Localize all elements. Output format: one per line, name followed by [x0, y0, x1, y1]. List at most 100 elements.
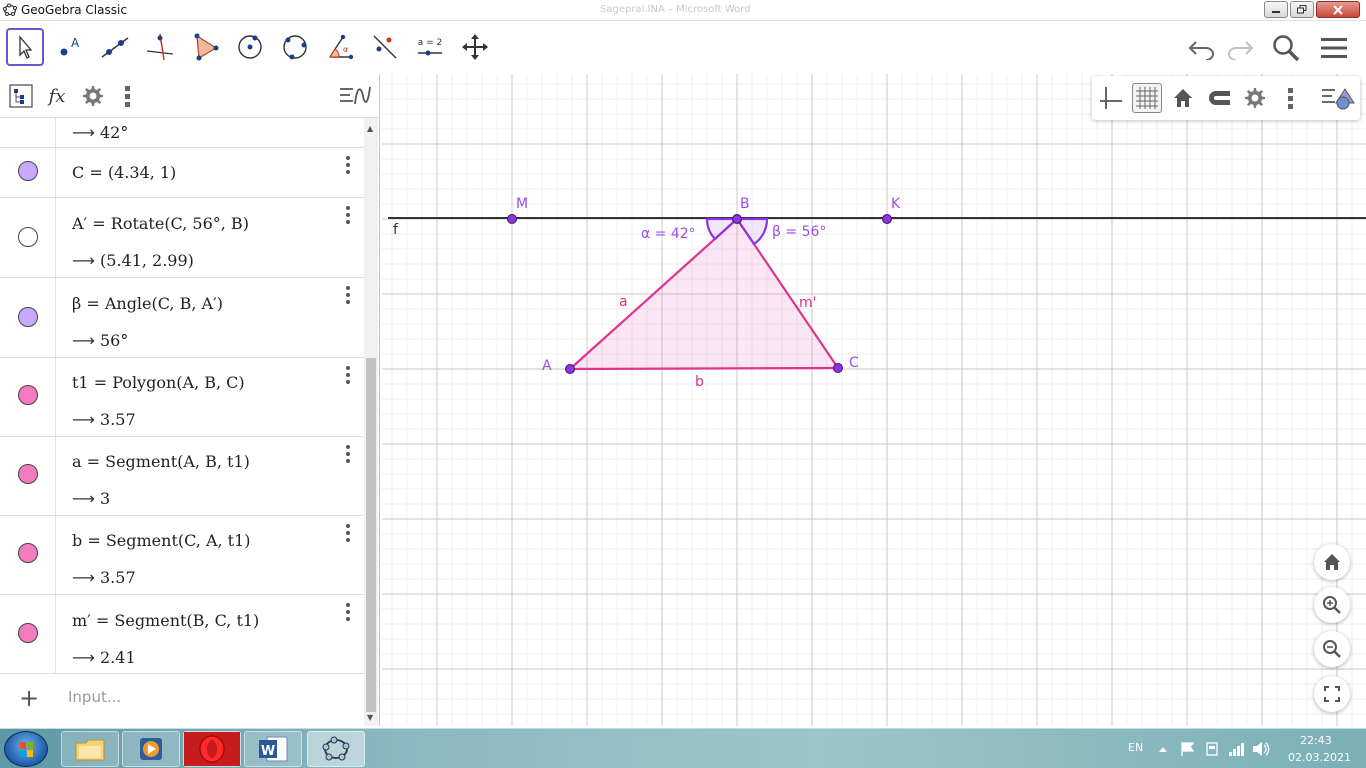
perpendicular-line-icon	[146, 33, 174, 61]
visibility-marble[interactable]	[18, 543, 38, 563]
line-icon	[101, 37, 129, 58]
result-arrow-icon: ⟶	[72, 410, 95, 429]
main-menu-button[interactable]	[1318, 32, 1350, 64]
slider-tool-button[interactable]: a = 2	[411, 28, 449, 66]
action-center-flag-icon[interactable]	[1180, 741, 1196, 757]
point-tool-button[interactable]: A	[51, 28, 89, 66]
polygon-tool-button[interactable]	[186, 28, 224, 66]
redo-button[interactable]	[1224, 32, 1256, 64]
visibility-marble[interactable]	[18, 227, 38, 247]
algebra-entry[interactable]: A′ = Rotate(C, 56°, B) ⟶ (5.41, 2.99)	[0, 198, 364, 278]
scrollbar-thumb[interactable]	[366, 358, 376, 712]
move-tool-button[interactable]	[6, 28, 44, 66]
plus-icon[interactable]: +	[19, 684, 39, 712]
graphics-more-button[interactable]	[1276, 83, 1306, 113]
taskbar-geogebra[interactable]	[307, 731, 365, 767]
graphics-settings-button[interactable]	[1240, 83, 1270, 113]
volume-icon[interactable]	[1252, 741, 1270, 757]
circle-tool-button[interactable]	[231, 28, 269, 66]
angle-tool-button[interactable]: α	[321, 28, 359, 66]
algebra-entry[interactable]: b = Segment(C, A, t1) ⟶ 3.57	[0, 516, 364, 595]
clock-date[interactable]: 02.03.2021	[1288, 751, 1351, 764]
segment-b[interactable]	[569, 366, 839, 371]
visibility-marble[interactable]	[18, 623, 38, 643]
maximize-button[interactable]	[1290, 1, 1314, 18]
close-button[interactable]	[1316, 1, 1360, 18]
search-button[interactable]	[1270, 32, 1302, 64]
word-icon: W	[259, 736, 288, 762]
algebra-more-button[interactable]	[114, 82, 142, 110]
point-a[interactable]	[565, 364, 575, 374]
show-hidden-icons-icon[interactable]	[1158, 745, 1168, 753]
taskbar-opera[interactable]	[183, 731, 241, 767]
algebra-entry[interactable]: a = Segment(A, B, t1) ⟶ 3	[0, 437, 364, 516]
network-signal-icon[interactable]	[1228, 741, 1246, 757]
move-graphics-view-tool-button[interactable]	[456, 28, 494, 66]
windows-taskbar: W EN 22:43 02.03.2021	[0, 728, 1366, 768]
taskbar-explorer[interactable]	[61, 731, 119, 767]
graphics-style-toggle-button[interactable]	[1320, 83, 1356, 113]
perpendicular-line-tool-button[interactable]	[141, 28, 179, 66]
visibility-marble[interactable]	[18, 464, 38, 484]
scroll-up-icon[interactable]: ▲	[367, 124, 373, 133]
visibility-marble[interactable]	[18, 161, 38, 181]
algebra-entry[interactable]: t1 = Polygon(A, B, C) ⟶ 3.57	[0, 358, 364, 437]
algebra-input-field[interactable]: Input...	[68, 688, 121, 706]
algebra-scrollbar[interactable]: ▲ ▼	[364, 118, 378, 726]
point-b[interactable]	[732, 214, 742, 224]
entry-menu-button[interactable]	[346, 156, 352, 177]
toggle-grid-button[interactable]	[1132, 83, 1162, 113]
minimize-button[interactable]	[1264, 1, 1288, 18]
visibility-marble[interactable]	[18, 307, 38, 327]
input-help-button[interactable]: 𝑓x	[43, 82, 71, 110]
point-capturing-button[interactable]	[1204, 83, 1234, 113]
entry-menu-button[interactable]	[346, 366, 352, 387]
toggle-graphics-style-button[interactable]	[338, 82, 372, 110]
standard-view-button[interactable]	[1168, 83, 1198, 113]
entry-value: ⟶ 3.57	[72, 568, 136, 587]
graphics-view[interactable]: f α = 42° β = 56° a b m' M B K A C	[382, 74, 1366, 726]
algebra-entry[interactable]: C = (4.34, 1)	[0, 148, 364, 198]
kebab-menu-icon	[125, 86, 130, 107]
point-m[interactable]	[507, 214, 517, 224]
point-c[interactable]	[833, 363, 843, 373]
entry-menu-button[interactable]	[346, 206, 352, 227]
standard-view-zoom-button[interactable]	[1314, 544, 1350, 580]
folder-icon	[75, 739, 105, 761]
entry-menu-button[interactable]	[346, 603, 352, 624]
algebra-entry[interactable]: β = Angle(C, B, A′) ⟶ 56°	[0, 278, 364, 358]
algebra-input-row[interactable]: + Input...	[0, 674, 364, 722]
entry-menu-button[interactable]	[346, 286, 352, 307]
visibility-marble[interactable]	[18, 385, 38, 405]
entry-menu-button[interactable]	[346, 524, 352, 545]
undo-button[interactable]	[1186, 32, 1218, 64]
taskbar-media-player[interactable]	[122, 731, 180, 767]
fullscreen-button[interactable]	[1314, 676, 1350, 712]
algebra-entry[interactable]: ⟶ 42°	[0, 118, 364, 148]
entry-definition: b = Segment(C, A, t1)	[72, 531, 251, 550]
line-tool-button[interactable]	[96, 28, 134, 66]
main-toolbar: A α a = 2	[0, 21, 1366, 74]
circle-three-points-icon	[283, 35, 307, 60]
angle-icon: α	[329, 34, 354, 60]
entry-definition: β = Angle(C, B, A′)	[72, 294, 223, 313]
algebra-entry[interactable]: m′ = Segment(B, C, t1) ⟶ 2.41	[0, 595, 364, 674]
taskbar-word[interactable]: W	[244, 731, 302, 767]
entry-menu-button[interactable]	[346, 445, 352, 466]
point-k[interactable]	[882, 214, 892, 224]
circle-three-points-tool-button[interactable]	[276, 28, 314, 66]
toggle-axes-button[interactable]	[1096, 83, 1126, 113]
clock-time[interactable]: 22:43	[1300, 734, 1332, 747]
language-indicator[interactable]: EN	[1128, 741, 1143, 754]
safely-remove-hardware-icon[interactable]	[1204, 740, 1220, 758]
point-icon: A	[60, 36, 80, 56]
scroll-down-icon[interactable]: ▼	[367, 713, 373, 722]
zoom-in-button[interactable]	[1314, 587, 1350, 623]
algebra-sort-button[interactable]	[7, 82, 35, 110]
start-button[interactable]	[4, 731, 48, 767]
geogebra-app-icon	[322, 736, 350, 761]
reflect-tool-button[interactable]	[366, 28, 404, 66]
zoom-out-button[interactable]	[1314, 631, 1350, 667]
algebra-settings-button[interactable]	[79, 82, 107, 110]
point-b-label: B	[740, 196, 750, 212]
